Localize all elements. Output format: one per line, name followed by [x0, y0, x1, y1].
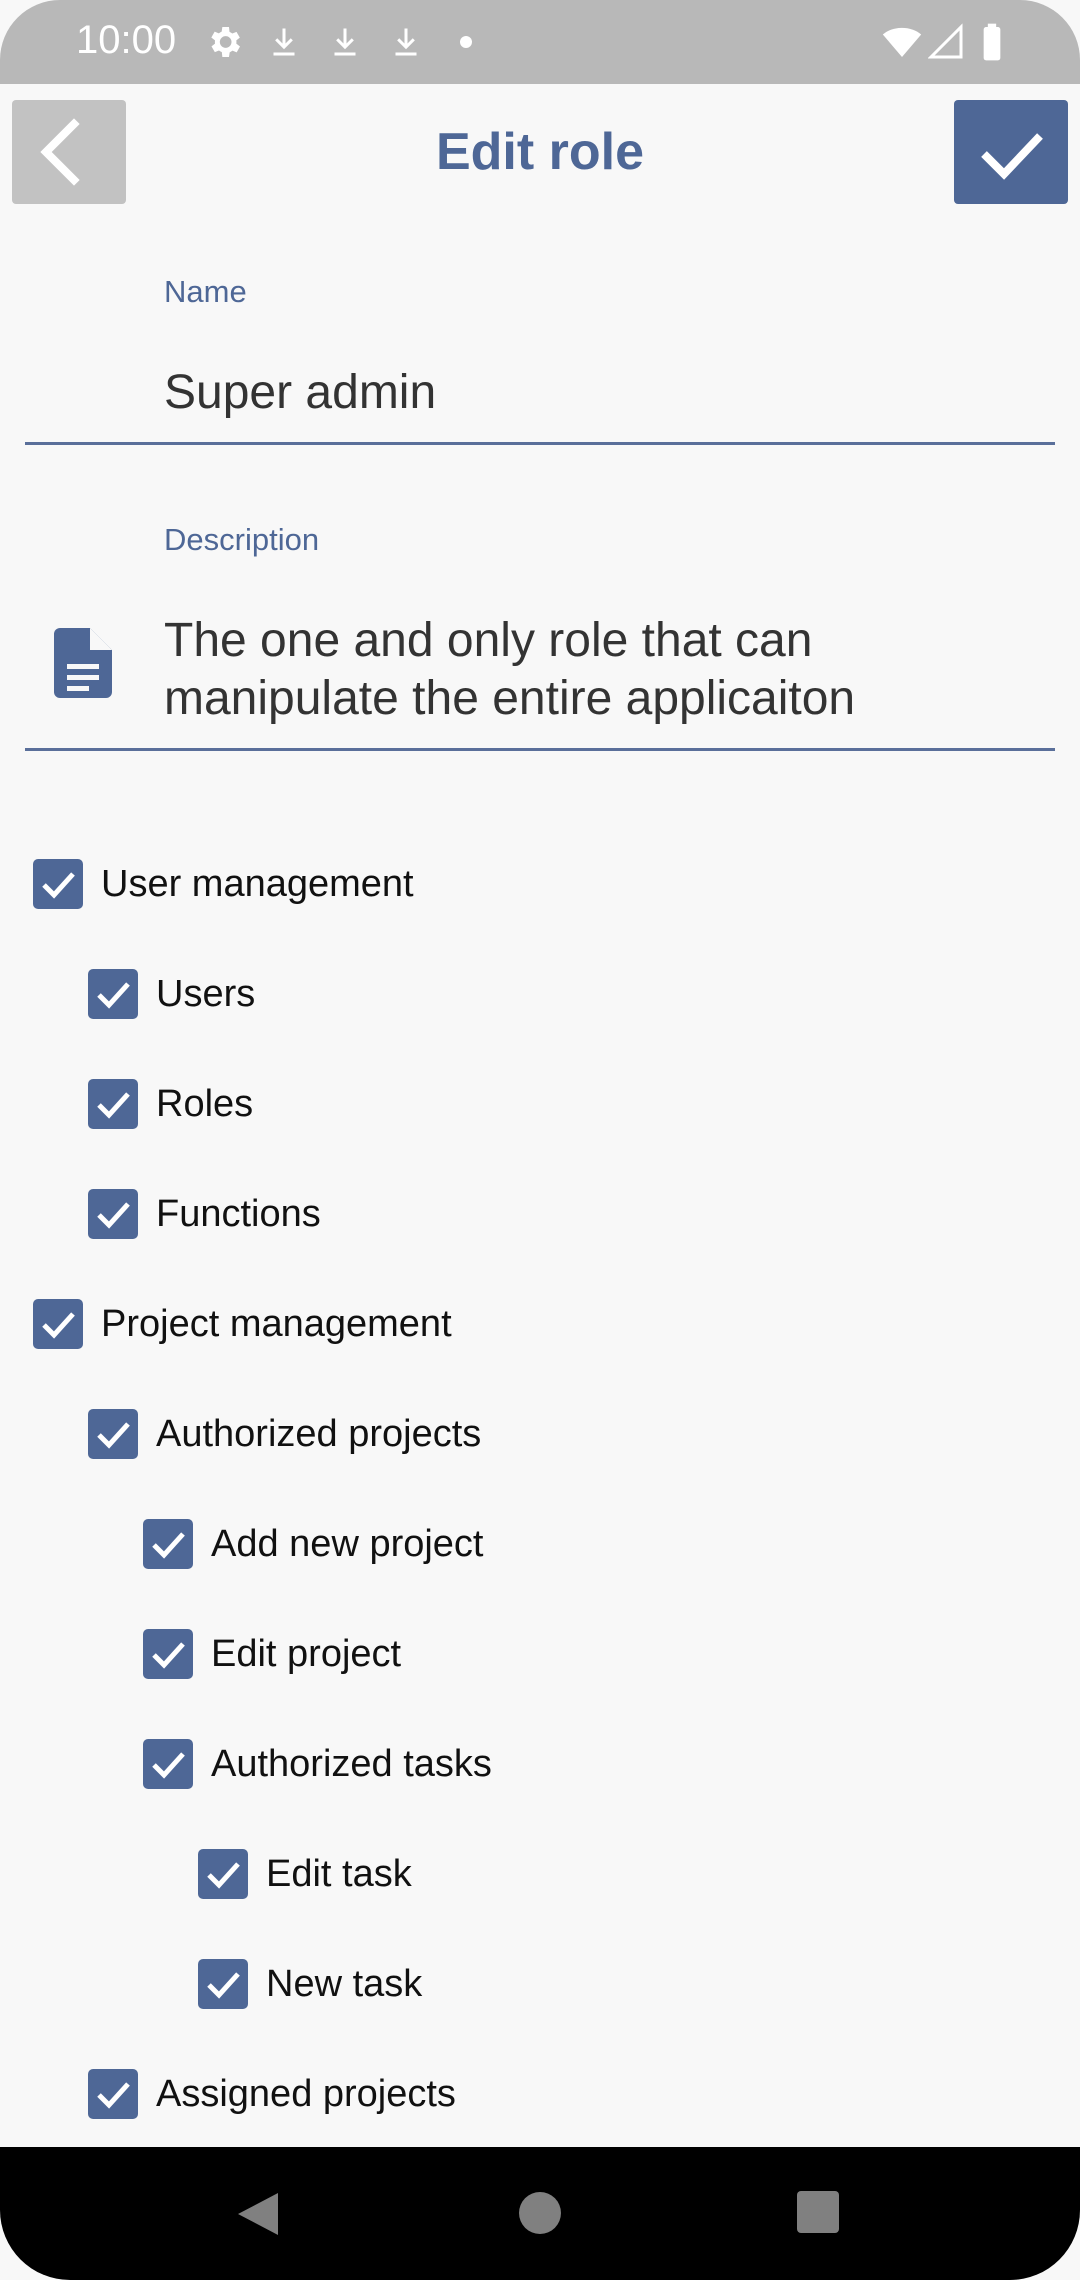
permission-checkbox[interactable]	[143, 1629, 193, 1679]
permission-checkbox[interactable]	[88, 1409, 138, 1459]
permission-label: User management	[101, 862, 414, 905]
permission-item[interactable]: New task	[198, 1954, 422, 2014]
permission-item[interactable]: Assigned projects	[88, 2064, 456, 2124]
checkmark-icon	[152, 1752, 185, 1779]
permission-item[interactable]: Authorized projects	[88, 1404, 481, 1464]
permission-item[interactable]: Roles	[88, 1074, 253, 1134]
download-icon	[273, 28, 295, 56]
checkmark-icon	[97, 1092, 130, 1119]
permission-checkbox[interactable]	[33, 859, 83, 909]
permission-label: Authorized tasks	[211, 1742, 492, 1785]
name-underline	[25, 442, 1055, 445]
permission-checkbox[interactable]	[88, 1079, 138, 1129]
checkmark-icon	[152, 1642, 185, 1669]
permission-label: Roles	[156, 1082, 254, 1125]
checkmark-icon	[207, 1972, 240, 1999]
save-button[interactable]	[954, 100, 1068, 204]
permission-item[interactable]: Users	[88, 964, 255, 1024]
permission-label: New task	[266, 1962, 423, 2005]
permission-item[interactable]: Functions	[88, 1184, 321, 1244]
checkmark-icon	[42, 872, 75, 899]
nav-home-icon[interactable]	[518, 2191, 562, 2235]
download-icon	[334, 28, 356, 56]
status-time: 10:00	[76, 18, 177, 62]
permission-item[interactable]: Authorized tasks	[143, 1734, 492, 1794]
dot-icon	[460, 36, 472, 48]
app-bar: Edit role	[0, 84, 1080, 234]
status-bar: 10:00	[0, 0, 1080, 84]
permission-label: Functions	[156, 1192, 321, 1235]
checkmark-icon	[97, 1202, 130, 1229]
checkmark-icon	[97, 1422, 130, 1449]
permission-checkbox[interactable]	[198, 1849, 248, 1899]
permission-item[interactable]: Edit task	[198, 1844, 412, 1904]
checkmark-icon	[152, 1532, 185, 1559]
permission-item[interactable]: Project management	[33, 1294, 452, 1354]
permission-item[interactable]: User management	[33, 854, 414, 914]
description-line-1: The one and only role that can	[164, 614, 813, 667]
permission-checkbox[interactable]	[88, 1189, 138, 1239]
checkmark-icon	[97, 982, 130, 1009]
permission-label: Project management	[101, 1302, 452, 1345]
checkmark-icon	[42, 1312, 75, 1339]
permission-checkbox[interactable]	[143, 1519, 193, 1569]
checkmark-icon	[97, 2082, 130, 2109]
description-label: Description	[164, 522, 320, 557]
gear-icon	[211, 27, 240, 57]
permission-label: Edit task	[266, 1852, 412, 1895]
name-field[interactable]: Super admin	[164, 364, 436, 422]
checkmark-icon	[207, 1862, 240, 1889]
download-icon	[395, 28, 417, 56]
navigation-bar	[0, 2147, 1080, 2280]
permission-checkbox[interactable]	[88, 2069, 138, 2119]
description-underline	[25, 748, 1055, 751]
permission-checkbox[interactable]	[143, 1739, 193, 1789]
wifi-icon	[882, 27, 922, 57]
checkmark-icon	[981, 133, 1043, 180]
permission-label: Users	[156, 972, 256, 1015]
description-field[interactable]: The one and only role that can manipulat…	[164, 612, 855, 728]
permission-checkbox[interactable]	[33, 1299, 83, 1349]
signal-icon	[928, 23, 963, 59]
permission-checkbox[interactable]	[198, 1959, 248, 2009]
battery-icon	[983, 23, 1001, 61]
permission-item[interactable]: Add new project	[143, 1514, 484, 1574]
permission-label: Edit project	[211, 1632, 402, 1675]
permission-checkbox[interactable]	[88, 969, 138, 1019]
document-icon	[54, 628, 112, 698]
nav-back-icon[interactable]	[236, 2191, 280, 2237]
name-label: Name	[164, 274, 247, 309]
description-line-2: manipulate the entire applicaiton	[164, 672, 856, 725]
permission-item[interactable]: Edit project	[143, 1624, 401, 1684]
permission-label: Add new project	[211, 1522, 484, 1565]
permission-label: Authorized projects	[156, 1412, 482, 1455]
permission-label: Assigned projects	[156, 2072, 456, 2115]
nav-recents-icon[interactable]	[797, 2191, 839, 2233]
page-title: Edit role	[435, 123, 645, 181]
